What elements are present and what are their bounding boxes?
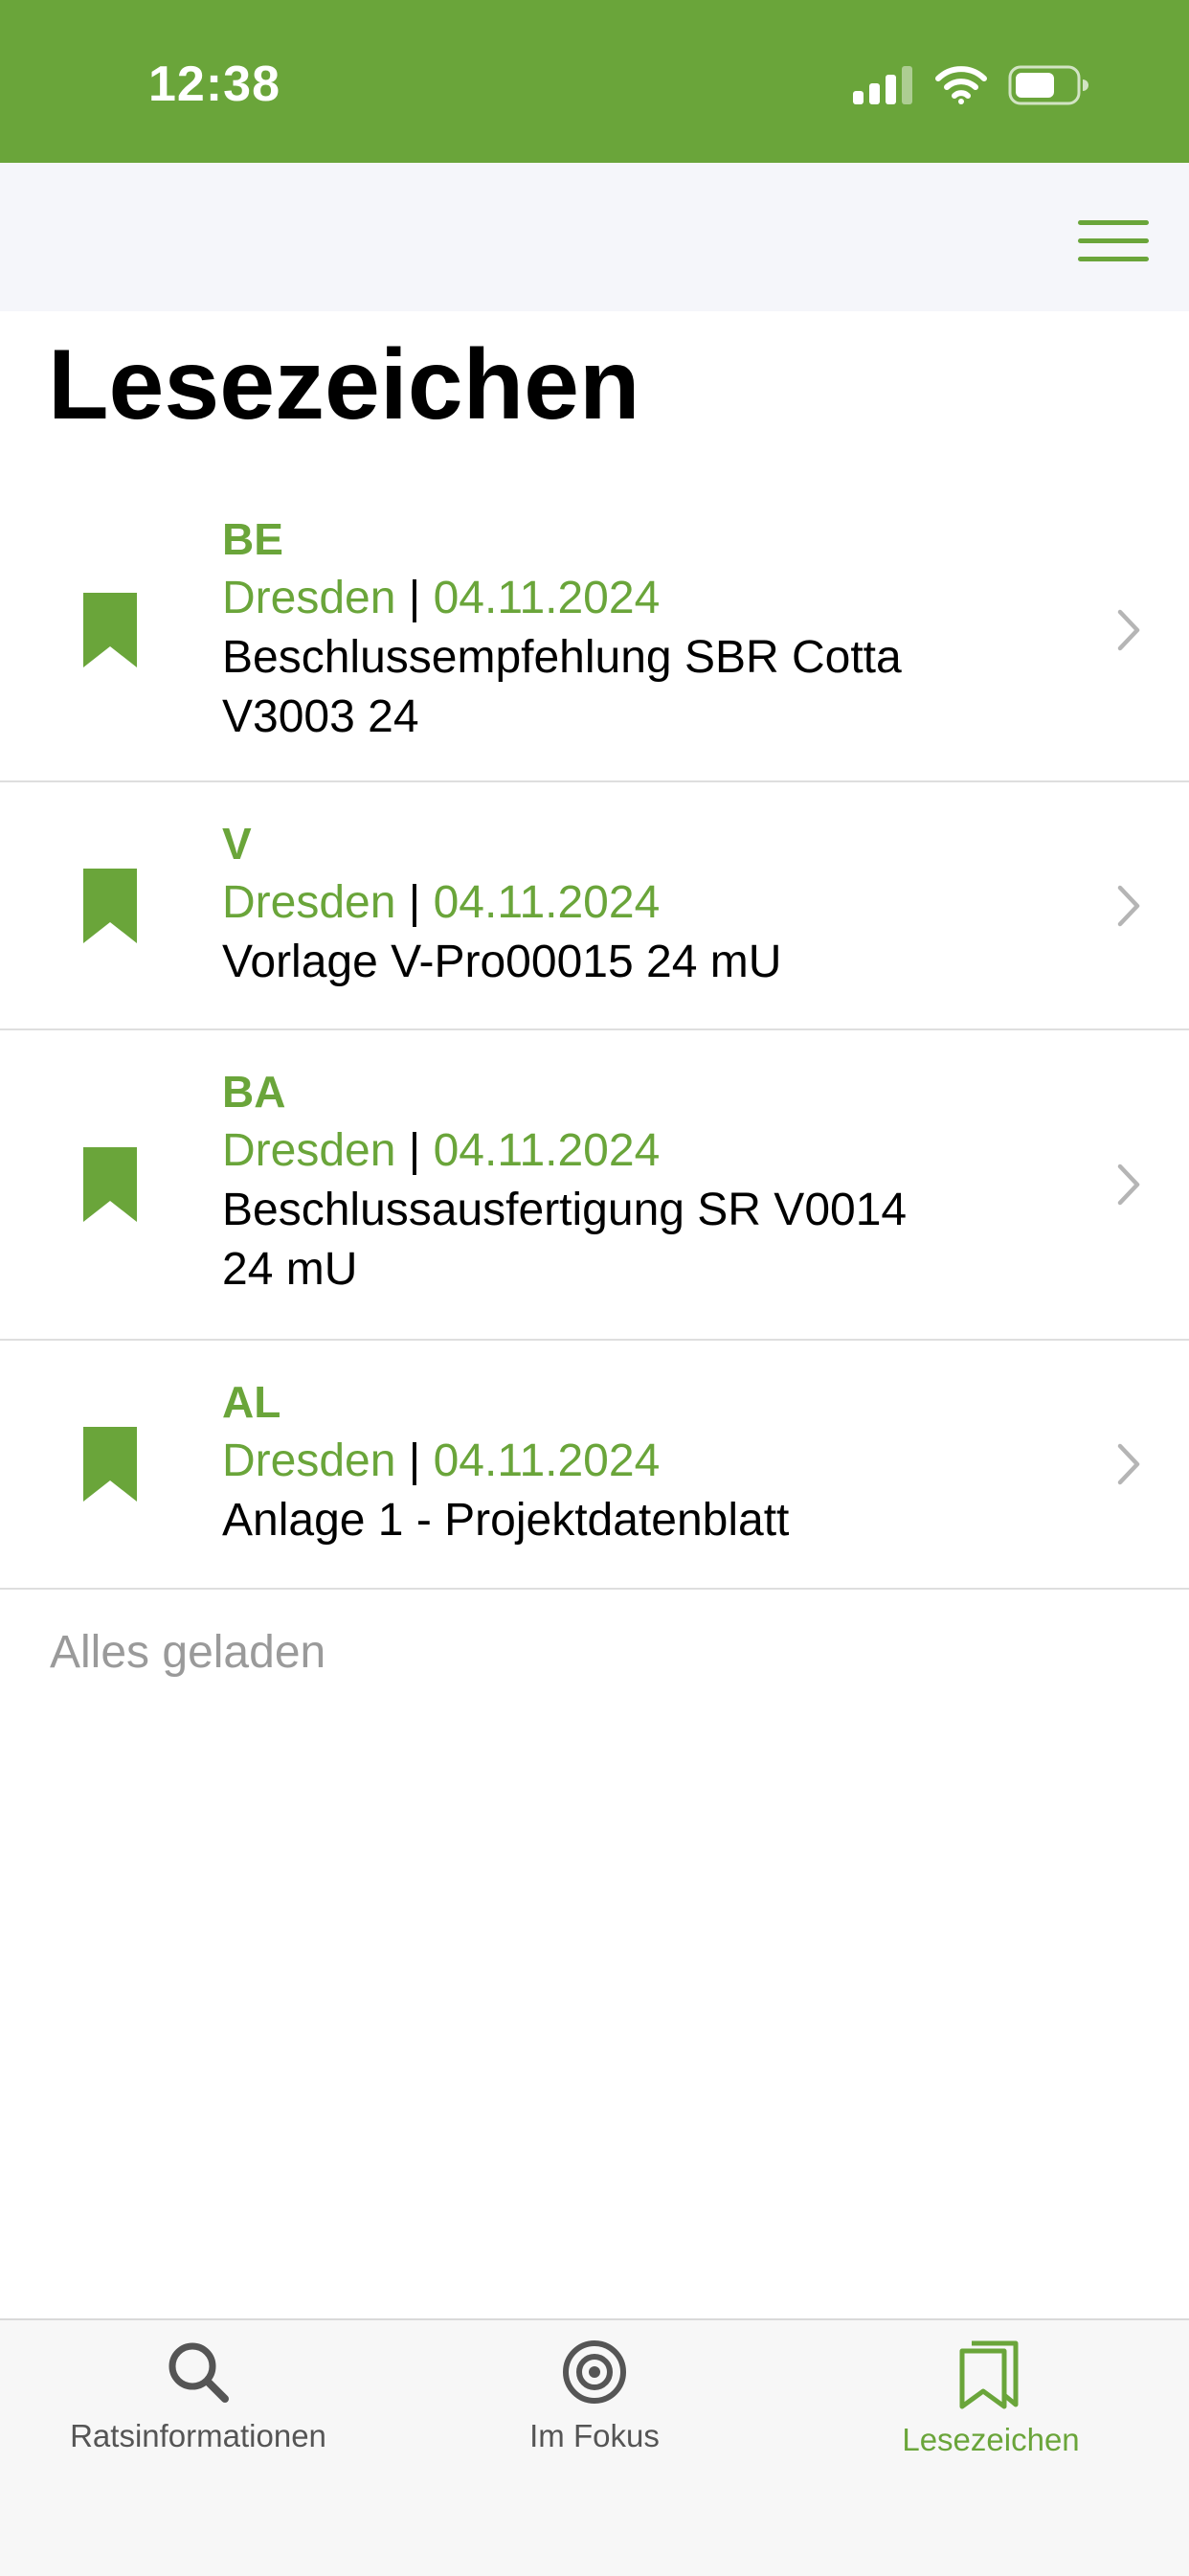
- bookmark-list-item[interactable]: V Dresden | 04.11.2024 Vorlage V-Pro0001…: [0, 782, 1189, 1030]
- item-date: 04.11.2024: [433, 1435, 661, 1486]
- item-city: Dresden: [222, 573, 396, 623]
- item-title-line: Beschlussausfertigung SR V0014: [222, 1185, 908, 1235]
- chevron-right-icon: [1117, 609, 1140, 650]
- status-icons: [853, 65, 1088, 105]
- search-icon: [168, 2342, 229, 2403]
- item-separator: |: [408, 877, 421, 928]
- item-city: Dresden: [222, 877, 396, 928]
- item-separator: |: [408, 1125, 421, 1176]
- item-title-line: 24 mU: [222, 1244, 358, 1295]
- nav-bar: [0, 163, 1189, 311]
- battery-icon: [1008, 65, 1088, 105]
- item-separator: |: [408, 1435, 421, 1486]
- item-meta: Dresden | 04.11.2024: [222, 1121, 1026, 1181]
- status-bar: 12:38: [0, 0, 1189, 163]
- page-title: Lesezeichen: [48, 329, 640, 441]
- chevron-right-icon: [1117, 1164, 1140, 1206]
- tab-label: Lesezeichen: [902, 2422, 1080, 2457]
- bookmark-icon: [83, 1427, 137, 1502]
- status-time: 12:38: [148, 56, 280, 112]
- item-title-line: Anlage 1 - Projektdatenblatt: [222, 1495, 790, 1546]
- item-title-line: Beschlussempfehlung SBR Cotta: [222, 632, 902, 683]
- item-title-line: V3003 24: [222, 691, 419, 742]
- item-abbreviation: AL: [222, 1377, 281, 1427]
- chevron-right-icon: [1117, 885, 1140, 926]
- tab-im-fokus[interactable]: Im Fokus: [396, 2338, 793, 2454]
- item-date: 04.11.2024: [433, 877, 661, 928]
- item-separator: |: [408, 573, 421, 623]
- item-city: Dresden: [222, 1125, 396, 1176]
- bookmarks-icon: [959, 2340, 1019, 2409]
- tab-label: Ratsinformationen: [70, 2418, 326, 2453]
- bookmark-list-item[interactable]: BE Dresden | 04.11.2024 Beschlussempfehl…: [0, 479, 1189, 782]
- bookmark-list-item[interactable]: BA Dresden | 04.11.2024 Beschlussausfert…: [0, 1030, 1189, 1341]
- wifi-icon: [935, 66, 987, 104]
- chevron-right-icon: [1117, 1443, 1140, 1485]
- bookmark-icon: [83, 868, 137, 943]
- tab-lesezeichen[interactable]: Lesezeichen: [793, 2338, 1189, 2458]
- target-icon: [563, 2340, 626, 2404]
- bookmark-icon: [83, 592, 137, 667]
- tab-bar: Ratsinformationen Im Fokus Lesezeichen: [0, 2318, 1189, 2576]
- hamburger-menu-icon: [1078, 220, 1149, 261]
- item-title-line: Vorlage V-Pro00015 24 mU: [222, 937, 782, 987]
- item-abbreviation: BE: [222, 514, 283, 564]
- menu-button[interactable]: [1078, 218, 1149, 264]
- tab-label: Im Fokus: [529, 2418, 660, 2453]
- item-city: Dresden: [222, 1435, 396, 1486]
- bookmark-list-item[interactable]: AL Dresden | 04.11.2024 Anlage 1 - Proje…: [0, 1341, 1189, 1590]
- item-date: 04.11.2024: [433, 573, 661, 623]
- item-abbreviation: BA: [222, 1067, 286, 1117]
- bookmark-list: BE Dresden | 04.11.2024 Beschlussempfehl…: [0, 479, 1189, 1590]
- list-footer-status: Alles geladen: [50, 1627, 326, 1678]
- item-date: 04.11.2024: [433, 1125, 661, 1176]
- item-meta: Dresden | 04.11.2024: [222, 873, 1026, 933]
- item-meta: Dresden | 04.11.2024: [222, 569, 1026, 628]
- item-abbreviation: V: [222, 819, 252, 869]
- cellular-signal-icon: [853, 66, 912, 104]
- item-meta: Dresden | 04.11.2024: [222, 1432, 1026, 1491]
- tab-ratsinformationen[interactable]: Ratsinformationen: [0, 2338, 396, 2454]
- bookmark-icon: [83, 1147, 137, 1222]
